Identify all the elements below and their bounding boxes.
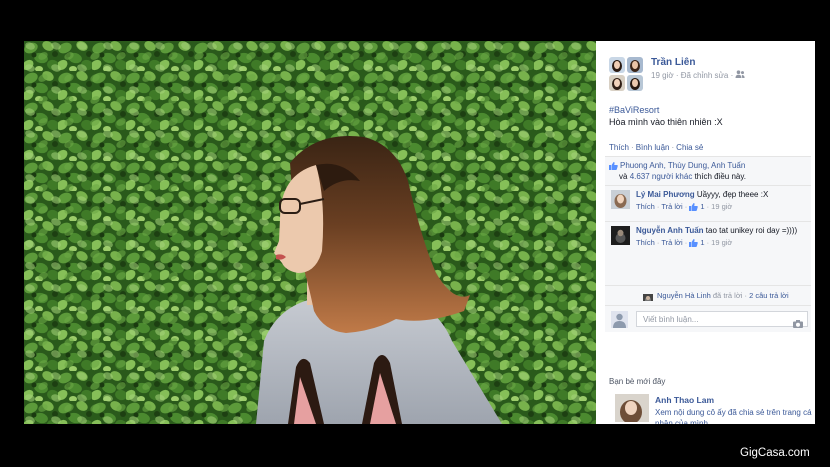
comment-like-count[interactable]: 1: [700, 202, 704, 211]
comment-time[interactable]: 19 giờ: [711, 238, 732, 247]
avatar-tile: [627, 75, 643, 91]
comment-reply-link[interactable]: Trả lời: [661, 238, 682, 247]
friend-name[interactable]: Anh Thao Lam: [655, 395, 714, 405]
friends-icon[interactable]: [735, 70, 746, 80]
action-separator: ·: [631, 143, 634, 152]
comment-item: Lý Mai Phương Uầyyy, đẹp theee :X Thích …: [605, 185, 811, 221]
post-meta: 19 giờ · Đã chỉnh sửa ·: [651, 70, 746, 80]
reply-summary[interactable]: Nguyễn Hà Linh đã trả lời · 2 câu trả lờ…: [605, 285, 811, 305]
likes-others-link[interactable]: 4.637 người khác: [630, 172, 693, 181]
author-avatar[interactable]: [609, 57, 643, 91]
edited-label[interactable]: Đã chỉnh sửa: [681, 71, 729, 80]
camera-icon[interactable]: [793, 315, 803, 328]
commenter-name[interactable]: Nguyễn Anh Tuấn: [636, 226, 704, 235]
commenter-name[interactable]: Lý Mai Phương: [636, 190, 695, 199]
comment-like-link[interactable]: Thích: [636, 238, 655, 247]
meta-separator: ·: [730, 70, 734, 80]
thumbs-up-icon: [689, 239, 699, 248]
comment-time[interactable]: 19 giờ: [711, 202, 732, 211]
share-link[interactable]: Chia sẻ: [676, 143, 703, 152]
comment-item: Nguyễn Anh Tuấn tao tat unikey roi day =…: [605, 221, 811, 285]
commenter-avatar[interactable]: [611, 190, 630, 209]
friend-activity[interactable]: Xem nội dung cô ấy đã chia sẻ trên trang…: [655, 407, 815, 424]
watermark: GigCasa.com: [740, 447, 810, 459]
avatar-tile: [609, 57, 625, 73]
reply-action: đã trả lời: [712, 291, 743, 300]
author-name[interactable]: Trần Liên: [651, 57, 695, 68]
post-actions: Thích · Bình luận · Chia sẻ: [609, 143, 703, 152]
likers-names[interactable]: Phuong Anh, Thùy Dung, Anh Tuấn: [620, 161, 745, 170]
reply-count-link[interactable]: 2 câu trả lời: [749, 291, 789, 300]
post-caption: Hòa mình vào thiên nhiên :X: [609, 117, 723, 127]
avatar-tile: [609, 75, 625, 91]
comment-text: Uầyyy, đẹp theee :X: [696, 190, 769, 199]
write-comment-row: Viết bình luận...: [605, 305, 811, 332]
post-hashtag[interactable]: #BaViResort: [609, 105, 659, 115]
post-time[interactable]: 19 giờ: [651, 71, 674, 80]
user-avatar: [611, 311, 628, 328]
comment-text: tao tat unikey roi day =)))): [705, 226, 798, 235]
post-photo[interactable]: [24, 41, 596, 424]
comment-input[interactable]: Viết bình luận...: [636, 311, 808, 327]
thumbs-up-icon: [689, 203, 699, 212]
comment-link[interactable]: Bình luận: [636, 143, 670, 152]
friends-heading: Bạn bè mới đây: [609, 377, 666, 386]
replier-name[interactable]: Nguyễn Hà Linh: [657, 291, 711, 300]
likes-suffix: thích điều này.: [694, 172, 747, 181]
post-sidebar: Trần Liên 19 giờ · Đã chỉnh sửa · #BaViR…: [596, 41, 815, 424]
like-link[interactable]: Thích: [609, 143, 629, 152]
avatar-tile: [627, 57, 643, 73]
photo-image: [24, 41, 596, 424]
friend-avatar[interactable]: [615, 394, 649, 422]
comment-like-count[interactable]: 1: [700, 238, 704, 247]
replier-avatar: [643, 291, 653, 301]
likes-prefix: và: [619, 172, 628, 181]
comment-like-link[interactable]: Thích: [636, 202, 655, 211]
thumbs-up-icon: [609, 161, 618, 170]
comment-reply-link[interactable]: Trả lời: [661, 202, 682, 211]
meta-separator: ·: [675, 70, 679, 80]
commenter-avatar[interactable]: [611, 226, 630, 245]
photo-viewer: Trần Liên 19 giờ · Đã chỉnh sửa · #BaViR…: [24, 41, 815, 424]
likes-summary: Phuong Anh, Thùy Dung, Anh Tuấn và 4.637…: [605, 156, 811, 185]
